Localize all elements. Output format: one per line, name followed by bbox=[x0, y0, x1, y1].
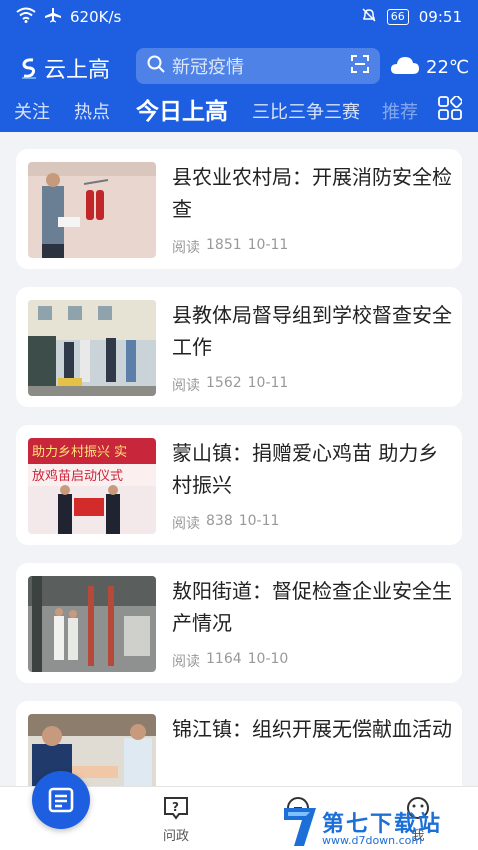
scan-icon[interactable] bbox=[350, 54, 370, 78]
tab-hot[interactable]: 热点 bbox=[74, 98, 110, 124]
article-meta: 阅读 838 10-11 bbox=[172, 513, 279, 533]
tab-today-shanggao[interactable]: 今日上高 bbox=[136, 92, 228, 126]
app-name: 云上高 bbox=[44, 58, 111, 83]
article-meta: 阅读 1851 10-11 bbox=[172, 237, 288, 257]
app-logo[interactable]: 云上高 bbox=[20, 52, 110, 84]
article-card[interactable]: 县教体局督导组到学校督查安全工作 阅读 1562 10-11 bbox=[16, 287, 462, 407]
article-title: 县农业农村局：开展消防安全检查 bbox=[172, 165, 452, 221]
watermark-url: www.d7down.com bbox=[322, 834, 423, 847]
battery-indicator: 66 bbox=[386, 9, 409, 25]
read-count: 838 bbox=[206, 513, 233, 529]
article-thumbnail bbox=[28, 300, 156, 396]
cloud-icon bbox=[390, 54, 420, 81]
article-list[interactable]: 县农业农村局：开展消防安全检查 阅读 1851 10-11 县教体局督导组到学校… bbox=[0, 132, 478, 786]
article-title: 锦江镇：组织开展无偿献血活动 bbox=[172, 717, 452, 741]
article-title: 县教体局督导组到学校督查安全工作 bbox=[172, 303, 452, 359]
nav-wenzheng[interactable]: ? 问政 bbox=[162, 795, 190, 844]
banner-text-top: 助力乡村振兴 实 bbox=[32, 445, 127, 460]
header-bar: 620K/s 66 09:51 云上高 新冠疫情 22℃ 关注 热点 今日上高 … bbox=[0, 0, 478, 132]
airplane-icon bbox=[44, 7, 62, 27]
search-icon bbox=[146, 54, 166, 78]
temperature: 22℃ bbox=[426, 57, 470, 78]
article-date: 10-11 bbox=[238, 513, 280, 529]
read-count: 1562 bbox=[206, 375, 242, 391]
nav-home-button[interactable] bbox=[32, 771, 90, 829]
search-placeholder: 新冠疫情 bbox=[172, 57, 244, 78]
svg-text:?: ? bbox=[172, 800, 179, 814]
status-bar: 620K/s 66 09:51 bbox=[0, 0, 478, 34]
article-meta: 阅读 1562 10-11 bbox=[172, 375, 288, 395]
network-speed: 620K/s bbox=[70, 8, 122, 26]
read-label: 阅读 bbox=[172, 516, 200, 532]
news-icon bbox=[48, 787, 74, 813]
question-icon: ? bbox=[164, 797, 188, 820]
read-label: 阅读 bbox=[172, 654, 200, 670]
search-input[interactable]: 新冠疫情 bbox=[136, 48, 380, 84]
top-bar: 云上高 新冠疫情 22℃ bbox=[0, 44, 478, 88]
read-label: 阅读 bbox=[172, 240, 200, 256]
article-title: 蒙山镇：捐赠爱心鸡苗 助力乡村振兴 bbox=[172, 441, 439, 497]
clock: 09:51 bbox=[418, 8, 462, 26]
article-card[interactable]: 敖阳街道：督促检查企业安全生产情况 阅读 1164 10-10 bbox=[16, 563, 462, 683]
tab-recommend[interactable]: 推荐 bbox=[382, 98, 418, 124]
read-label: 阅读 bbox=[172, 378, 200, 394]
article-title: 敖阳街道：督促检查企业安全生产情况 bbox=[172, 579, 452, 635]
article-date: 10-11 bbox=[247, 237, 289, 253]
article-thumbnail bbox=[28, 576, 156, 672]
tab-follow[interactable]: 关注 bbox=[14, 98, 50, 124]
wifi-icon bbox=[16, 7, 36, 27]
read-count: 1164 bbox=[206, 651, 242, 667]
article-date: 10-10 bbox=[247, 651, 289, 667]
logo-mark-icon bbox=[22, 58, 36, 79]
article-card[interactable]: 锦江镇：组织开展无偿献血活动 bbox=[16, 701, 462, 786]
mute-icon bbox=[361, 7, 377, 27]
article-meta: 阅读 1164 10-10 bbox=[172, 651, 288, 671]
article-date: 10-11 bbox=[247, 375, 289, 391]
article-card[interactable]: 县农业农村局：开展消防安全检查 阅读 1851 10-11 bbox=[16, 149, 462, 269]
article-thumbnail bbox=[28, 162, 156, 258]
tab-three-competitions[interactable]: 三比三争三赛 bbox=[252, 98, 360, 124]
channel-tabs: 关注 热点 今日上高 三比三争三赛 推荐 bbox=[0, 92, 478, 132]
read-count: 1851 bbox=[206, 237, 242, 253]
banner-text-mid: 放鸡苗启动仪式 bbox=[32, 468, 123, 484]
article-thumbnail: 助力乡村振兴 实 放鸡苗启动仪式 bbox=[28, 438, 156, 534]
nav-label: 问政 bbox=[162, 829, 189, 844]
weather-widget[interactable]: 22℃ bbox=[390, 54, 469, 81]
article-card[interactable]: 助力乡村振兴 实 放鸡苗启动仪式 蒙山镇：捐赠爱心鸡苗 助力乡村振兴 阅读 83… bbox=[16, 425, 462, 545]
channel-grid-icon[interactable] bbox=[438, 96, 462, 120]
